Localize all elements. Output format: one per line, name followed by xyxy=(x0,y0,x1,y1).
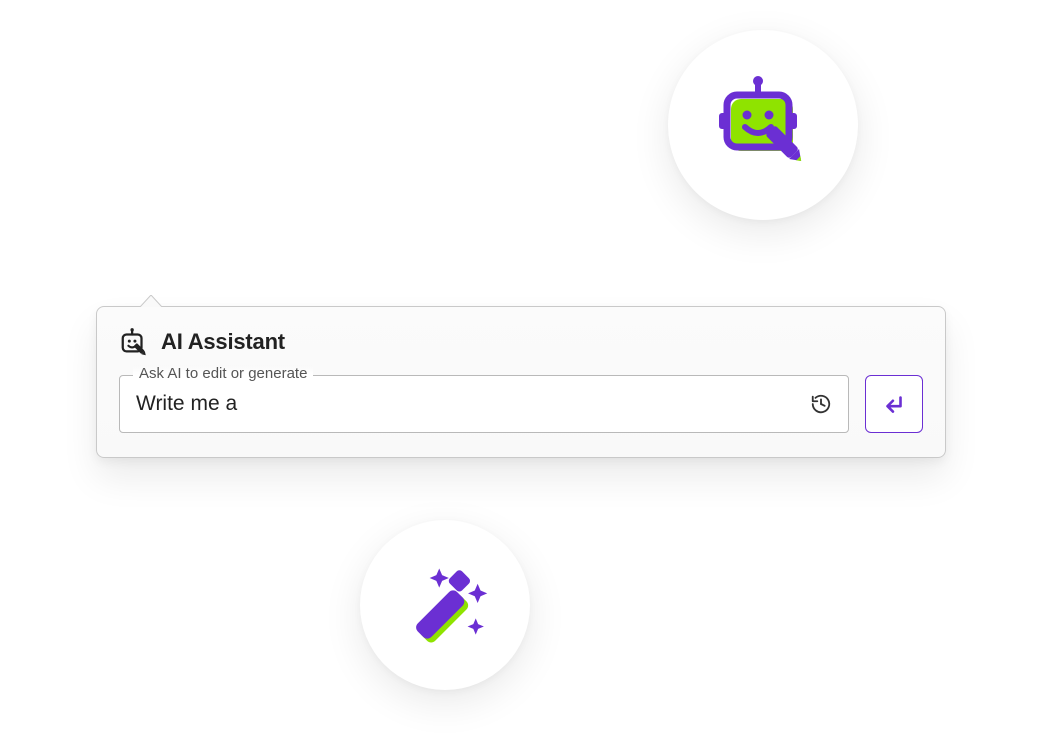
ai-assistant-header-icon xyxy=(119,327,149,357)
enter-icon xyxy=(881,391,907,417)
prompt-field-label: Ask AI to edit or generate xyxy=(133,365,313,382)
magic-wand-badge xyxy=(360,520,530,690)
prompt-field: Ask AI to edit or generate xyxy=(119,375,849,433)
magic-wand-icon xyxy=(397,555,493,656)
prompt-input[interactable] xyxy=(134,391,800,417)
history-button[interactable] xyxy=(808,391,834,417)
submit-button[interactable] xyxy=(865,375,923,433)
input-row: Ask AI to edit or generate xyxy=(119,375,923,433)
panel-header: AI Assistant xyxy=(119,327,923,357)
panel-title: AI Assistant xyxy=(161,329,285,355)
ai-robot-icon xyxy=(713,73,813,178)
ai-robot-badge xyxy=(668,30,858,220)
ai-assistant-panel: AI Assistant Ask AI to edit or generate xyxy=(96,306,946,458)
panel-caret xyxy=(140,295,162,307)
